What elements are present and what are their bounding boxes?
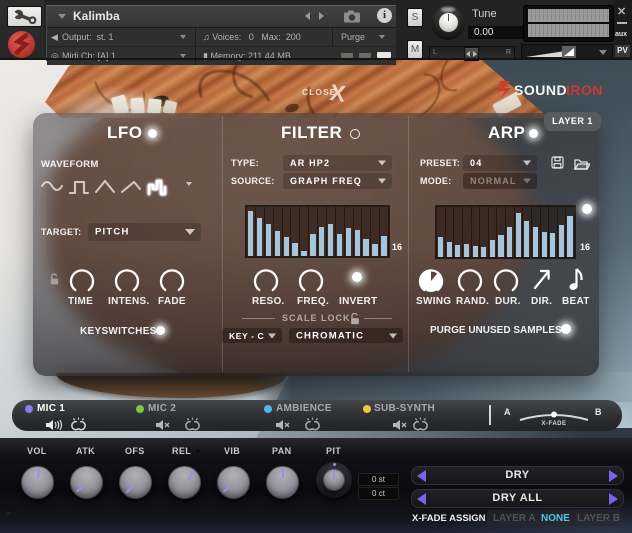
svg-text:SOUND: SOUND <box>514 82 567 98</box>
svg-text:X-FADE: X-FADE <box>541 421 566 426</box>
svg-text:IRON: IRON <box>566 82 603 98</box>
